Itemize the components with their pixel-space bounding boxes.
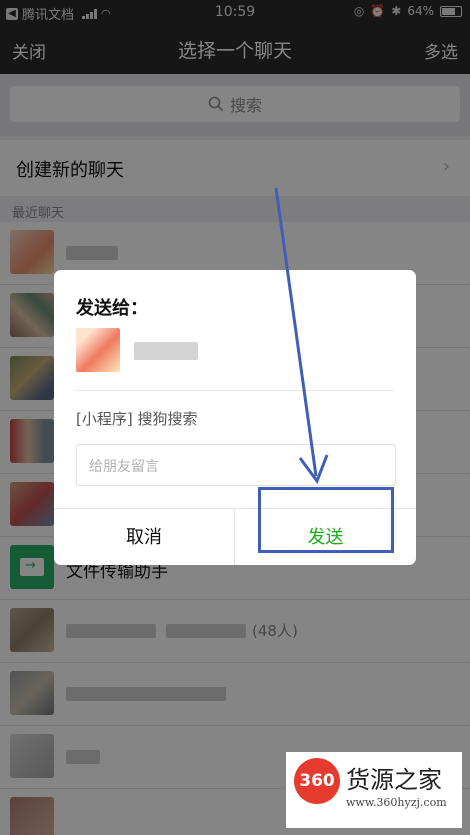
watermark-url: www.360hyzj.com [346,796,447,809]
watermark-text: 货源之家 [346,766,442,794]
annotation-arrow-icon [274,187,329,485]
watermark: 360 货源之家 www.360hyzj.com [286,752,462,828]
watermark-logo: 360 [294,758,340,804]
share-screen: ◀ 腾讯文档 ◠ 10:59 ◎ ⏰ ✱ 64% 关闭 选择一个聊天 多选 搜索… [0,0,470,835]
